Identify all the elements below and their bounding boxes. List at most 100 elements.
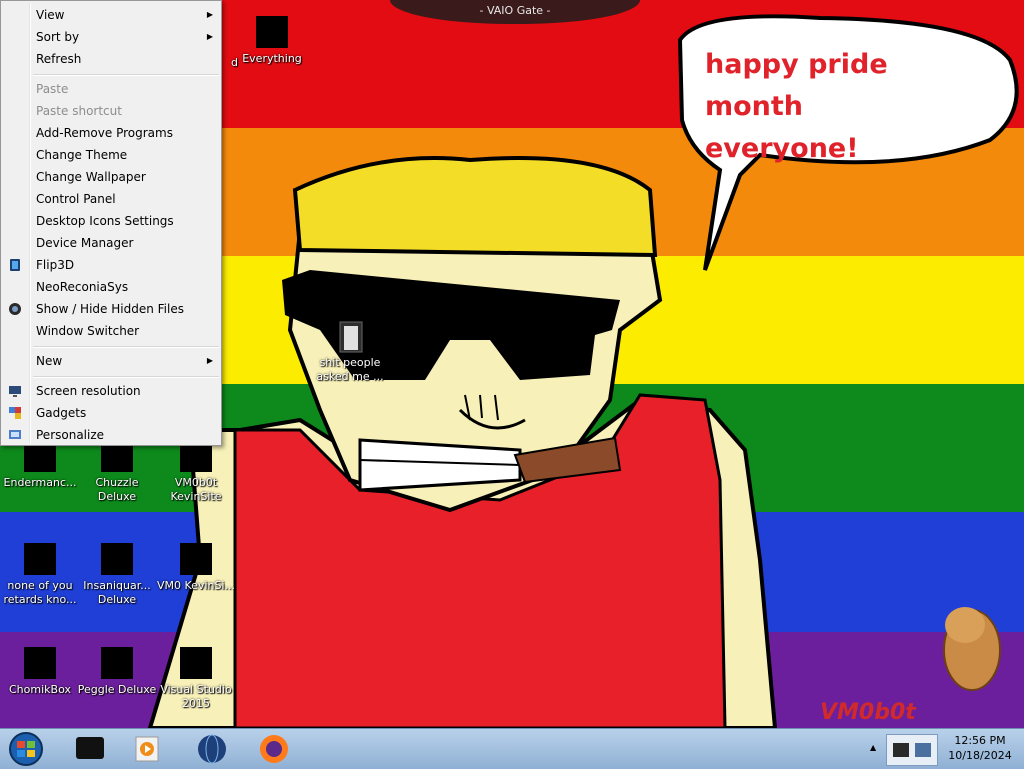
menu-item-change-wallpaper[interactable]: Change Wallpaper: [3, 166, 221, 188]
taskbar-device-button[interactable]: [62, 731, 118, 767]
tray-network-icon: [893, 743, 931, 757]
menu-item-new[interactable]: New ▶: [3, 350, 221, 372]
submenu-arrow-icon: ▶: [206, 356, 213, 365]
menu-label: Screen resolution: [36, 384, 141, 398]
insaniquarium-icon: [101, 543, 133, 575]
menu-item-sort-by[interactable]: Sort by ▶: [3, 26, 221, 48]
show-hidden-icons-chevron-icon[interactable]: ▲: [870, 743, 876, 752]
personalize-icon: [9, 430, 21, 439]
visual-studio-icon: [180, 647, 212, 679]
menu-label: Refresh: [36, 52, 82, 66]
submenu-arrow-icon: ▶: [206, 10, 213, 19]
menu-label: View: [36, 8, 65, 22]
menu-item-paste-shortcut[interactable]: Paste shortcut: [3, 100, 221, 122]
menu-label: Personalize: [36, 428, 105, 442]
menu-label: Device Manager: [36, 236, 134, 250]
system-tray: ▲ 12:56 PM 10/18/2024: [862, 729, 1024, 769]
device-icon: [76, 737, 104, 759]
media-player-icon: [135, 736, 159, 762]
icon-label: Visual Studio 2015: [160, 683, 232, 710]
menu-label: Paste: [36, 82, 69, 96]
taskbar-globe-button[interactable]: [184, 731, 240, 767]
desktop-icon-endermanch[interactable]: Endermanc...: [0, 440, 80, 490]
monitor-icon: [9, 386, 21, 397]
menu-label: Gadgets: [36, 406, 87, 420]
menu-item-flip3d[interactable]: Flip3D: [3, 254, 221, 276]
taskbar: ▲ 12:56 PM 10/18/2024: [0, 728, 1024, 769]
icon-label: ChomikBox: [9, 683, 71, 696]
menu-item-neoreconiasys[interactable]: NeoReconiaSys: [3, 276, 221, 298]
tray-clock[interactable]: 12:56 PM 10/18/2024: [940, 733, 1020, 763]
icon-label: VM0 KevinSi...: [156, 579, 235, 592]
chomikbox-icon: [24, 647, 56, 679]
clock-date: 10/18/2024: [948, 749, 1012, 762]
menu-item-device-manager[interactable]: Device Manager: [3, 232, 221, 254]
menu-label: Control Panel: [36, 192, 116, 206]
menu-item-change-theme[interactable]: Change Theme: [3, 144, 221, 166]
desktop-icon-none-of-you[interactable]: none of you retards kno...: [0, 543, 80, 607]
speech-line-2: everyone!: [705, 133, 859, 164]
everything-icon: [256, 16, 288, 48]
menu-label: New: [36, 354, 63, 368]
taskbar-media-player-button[interactable]: [120, 731, 176, 767]
menu-item-show-hide-hidden-files[interactable]: Show / Hide Hidden Files: [3, 298, 221, 320]
icon-label: VM0b0t KevinSite: [170, 476, 222, 503]
menu-item-refresh[interactable]: Refresh: [3, 48, 221, 70]
desktop-icon-visual-studio[interactable]: Visual Studio 2015: [156, 647, 236, 711]
desktop-icon-chuzzle[interactable]: Chuzzle Deluxe: [77, 440, 157, 504]
tray-icons-group[interactable]: [886, 734, 938, 766]
desktop-icon-kevinsite-2[interactable]: VM0 KevinSi...: [156, 543, 236, 593]
desktop-icon-kevinsite[interactable]: VM0b0t KevinSite: [156, 440, 236, 504]
taskbar-firefox-button[interactable]: [246, 731, 302, 767]
hidden-files-icon: [9, 303, 21, 315]
menu-label: NeoReconiaSys: [36, 280, 129, 294]
globe-icon: [198, 734, 226, 764]
desktop-icon-insaniquarium[interactable]: Insaniquar... Deluxe: [77, 543, 157, 607]
icon-label: shit people asked me ...: [316, 356, 384, 383]
clock-time: 12:56 PM: [954, 734, 1006, 747]
menu-label: Change Wallpaper: [36, 170, 146, 184]
menu-item-desktop-icons-settings[interactable]: Desktop Icons Settings: [3, 210, 221, 232]
icon-label: Endermanc...: [3, 476, 77, 489]
menu-item-screen-resolution[interactable]: Screen resolution: [3, 380, 221, 402]
icon-label: Chuzzle Deluxe: [95, 476, 139, 503]
menu-item-personalize[interactable]: Personalize: [3, 424, 221, 446]
menu-separator: [33, 376, 219, 378]
speech-line-1: happy pride month: [705, 49, 888, 122]
menu-item-paste[interactable]: Paste: [3, 78, 221, 100]
desktop-context-menu: View ▶ Sort by ▶ Refresh Paste Paste sho…: [0, 0, 222, 446]
menu-separator: [33, 346, 219, 348]
desktop-icon-chomikbox[interactable]: ChomikBox: [0, 647, 80, 697]
start-button[interactable]: [4, 731, 48, 767]
menu-separator: [33, 74, 219, 76]
menu-label: Change Theme: [36, 148, 128, 162]
desktop-icon-peggle[interactable]: Peggle Deluxe: [77, 647, 157, 697]
desktop-icon-folder[interactable]: shit people asked me ...: [310, 320, 390, 384]
start-orb-icon: [9, 732, 43, 766]
flip3d-icon: [10, 259, 20, 271]
folder-icon: [334, 320, 366, 353]
menu-label: Desktop Icons Settings: [36, 214, 174, 228]
submenu-arrow-icon: ▶: [206, 32, 213, 41]
site-icon: [180, 543, 212, 575]
vm0b0t-watermark: VM0b0t: [820, 700, 916, 725]
menu-label: Show / Hide Hidden Files: [36, 302, 184, 316]
menu-item-add-remove-programs[interactable]: Add-Remove Programs: [3, 122, 221, 144]
menu-label: Flip3D: [36, 258, 75, 272]
desktop-icon-everything[interactable]: Everything: [232, 16, 312, 66]
menu-item-control-panel[interactable]: Control Panel: [3, 188, 221, 210]
app-icon: [24, 543, 56, 575]
menu-item-view[interactable]: View ▶: [3, 4, 221, 26]
menu-item-gadgets[interactable]: Gadgets: [3, 402, 221, 424]
menu-item-window-switcher[interactable]: Window Switcher: [3, 320, 221, 342]
peggle-icon: [101, 647, 133, 679]
icon-label: Everything: [242, 52, 302, 65]
firefox-icon: [260, 735, 288, 763]
menu-label: Sort by: [36, 30, 80, 44]
menu-label: Window Switcher: [36, 324, 140, 338]
speech-bubble-text: happy pride month everyone!: [705, 44, 995, 170]
icon-label: none of you retards kno...: [3, 579, 77, 606]
menu-label: Paste shortcut: [36, 104, 122, 118]
gadgets-icon: [9, 407, 21, 419]
icon-label: Peggle Deluxe: [77, 683, 157, 696]
